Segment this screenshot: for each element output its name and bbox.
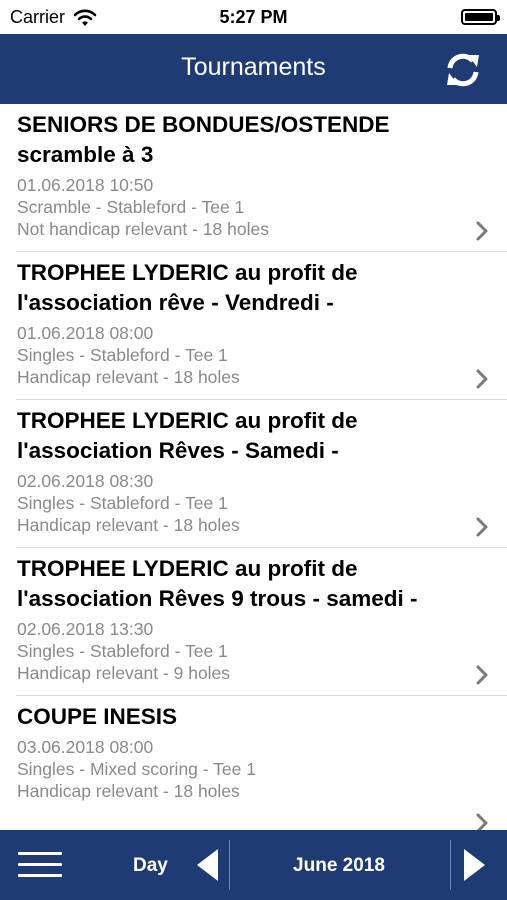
tournament-title: SENIORS DE BONDUES/OSTENDE — [17, 112, 390, 137]
status-time: 5:27 PM — [219, 7, 288, 27]
tournament-date: 03.06.2018 08:00 — [17, 737, 154, 757]
tournament-title: scramble à 3 — [17, 142, 154, 167]
refresh-button[interactable] — [443, 50, 483, 90]
previous-month-button[interactable] — [196, 848, 220, 882]
tournament-title: TROPHEE LYDERIC au profit de — [17, 556, 358, 581]
tournament-row[interactable]: TROPHEE LYDERIC au profit de l'associatio… — [0, 252, 507, 400]
status-bar: Carrier 5:27 PM — [0, 0, 507, 34]
next-month-button[interactable] — [462, 848, 486, 882]
tournament-row[interactable]: TROPHEE LYDERIC au profit de l'associatio… — [0, 400, 507, 548]
tournament-title: COUPE INESIS — [17, 704, 178, 729]
chevron-right-icon — [476, 517, 488, 537]
tournament-title: l'association Rêves - Samedi - — [17, 438, 339, 463]
triangle-left-icon — [197, 849, 218, 881]
page-title: Tournaments — [181, 53, 326, 81]
menu-button[interactable] — [18, 852, 62, 878]
tournament-info: Handicap relevant - 18 holes — [17, 515, 240, 535]
hamburger-menu-icon — [18, 852, 62, 877]
tournament-title: TROPHEE LYDERIC au profit de — [17, 260, 358, 285]
tournament-row[interactable]: SENIORS DE BONDUES/OSTENDE scramble à 3 01… — [0, 104, 507, 252]
tournament-title: l'association Rêves 9 trous - samedi - — [17, 586, 418, 611]
day-view-button[interactable]: Day — [133, 855, 168, 877]
bottom-toolbar: Day June 2018 — [0, 830, 507, 900]
tournament-info: Handicap relevant - 18 holes — [17, 781, 240, 801]
tournament-format: Scramble - Stableford - Tee 1 — [17, 197, 245, 217]
tournament-title: TROPHEE LYDERIC au profit de — [17, 408, 358, 433]
triangle-right-icon — [464, 849, 485, 881]
tournament-date: 01.06.2018 08:00 — [17, 323, 154, 343]
current-month-label: June 2018 — [293, 855, 385, 876]
tournament-format: Singles - Stableford - Tee 1 — [17, 641, 228, 661]
tournament-info: Handicap relevant - 9 holes — [17, 663, 231, 683]
tournament-date: 01.06.2018 10:50 — [17, 175, 154, 195]
toolbar-divider — [450, 840, 451, 890]
tournament-format: Singles - Stableford - Tee 1 — [17, 345, 228, 365]
chevron-right-icon — [476, 813, 488, 830]
tournament-date: 02.06.2018 08:30 — [17, 471, 154, 491]
tournament-format: Singles - Mixed scoring - Tee 1 — [17, 759, 256, 779]
chevron-right-icon — [476, 369, 488, 389]
tournament-list: SENIORS DE BONDUES/OSTENDE scramble à 3 01… — [0, 104, 507, 830]
tournament-date: 02.06.2018 13:30 — [17, 619, 154, 639]
chevron-right-icon — [476, 665, 488, 685]
refresh-icon — [447, 53, 479, 87]
navigation-bar: Tournaments — [0, 34, 507, 104]
battery-icon — [461, 9, 500, 25]
tournament-format: Singles - Stableford - Tee 1 — [17, 493, 228, 513]
tournament-row[interactable]: COUPE INESIS 03.06.2018 08:00 Singles - Mi… — [0, 696, 507, 830]
tournament-row[interactable]: TROPHEE LYDERIC au profit de l'associatio… — [0, 548, 507, 696]
tournament-info: Handicap relevant - 18 holes — [17, 367, 240, 387]
tournament-title: l'association rêve - Vendredi - — [17, 290, 334, 315]
chevron-right-icon — [476, 221, 488, 241]
tournament-info: Not handicap relevant - 18 holes — [17, 219, 269, 239]
